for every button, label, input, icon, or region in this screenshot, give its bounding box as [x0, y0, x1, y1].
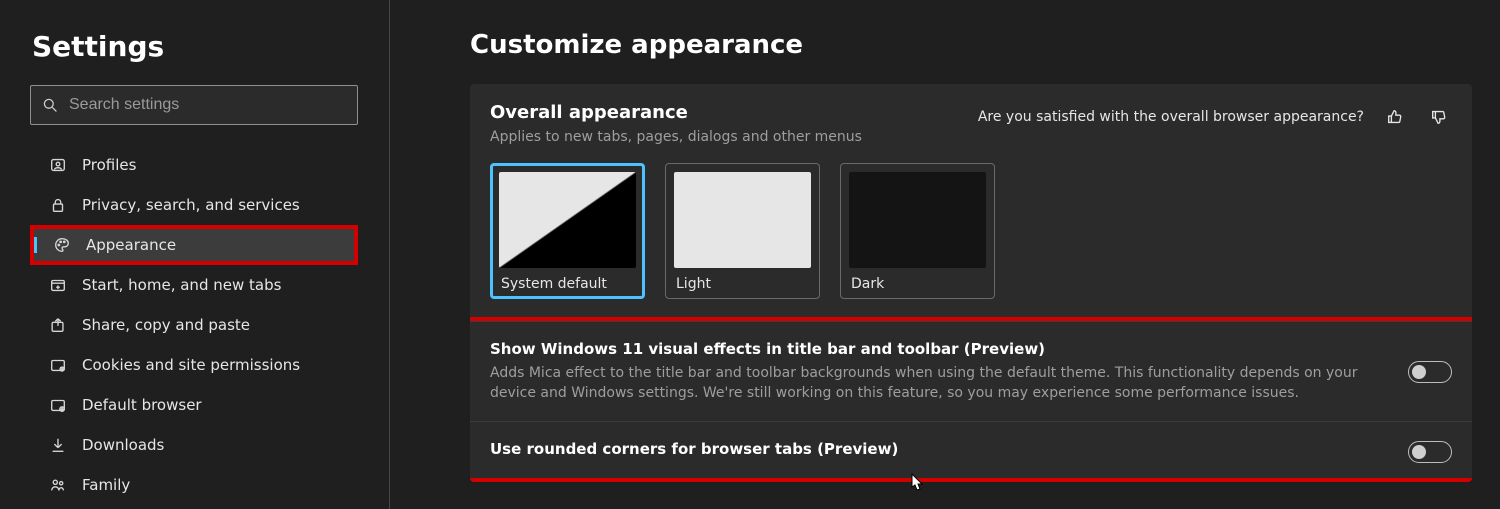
sidebar-item-label: Profiles — [82, 156, 136, 174]
setting-left: Use rounded corners for browser tabs (Pr… — [490, 440, 1408, 464]
panel-head: Overall appearance Applies to new tabs, … — [470, 84, 1472, 163]
permissions-icon — [48, 355, 68, 375]
sidebar-item-share-copy[interactable]: Share, copy and paste — [30, 305, 358, 345]
sidebar-item-label: Default browser — [82, 396, 202, 414]
sidebar-item-label: Share, copy and paste — [82, 316, 250, 334]
sidebar-item-profiles[interactable]: Profiles — [30, 145, 358, 185]
appearance-panel: Overall appearance Applies to new tabs, … — [470, 84, 1472, 482]
lock-icon — [48, 195, 68, 215]
search-icon — [41, 96, 59, 114]
feedback-bar: Are you satisfied with the overall brows… — [978, 102, 1452, 130]
sidebar-item-label: Downloads — [82, 436, 164, 454]
settings-title: Settings — [30, 30, 389, 63]
theme-label: Light — [674, 276, 811, 292]
theme-preview-light — [674, 172, 811, 268]
setting-desc: Adds Mica effect to the title bar and to… — [490, 364, 1384, 403]
theme-label: System default — [499, 276, 636, 292]
thumbs-down-button[interactable] — [1426, 104, 1452, 130]
sidebar-item-privacy[interactable]: Privacy, search, and services — [30, 185, 358, 225]
settings-nav: Profiles Privacy, search, and services — [30, 145, 358, 505]
theme-preview-system — [499, 172, 636, 268]
toggle-knob — [1412, 445, 1426, 459]
highlighted-settings: Show Windows 11 visual effects in title … — [470, 317, 1472, 482]
theme-preview-dark — [849, 172, 986, 268]
browser-icon — [48, 395, 68, 415]
sidebar-item-label: Start, home, and new tabs — [82, 276, 281, 294]
download-icon — [48, 435, 68, 455]
sidebar-item-cookies[interactable]: Cookies and site permissions — [30, 345, 358, 385]
sidebar-item-label: Cookies and site permissions — [82, 356, 300, 374]
overall-appearance-desc: Applies to new tabs, pages, dialogs and … — [490, 129, 978, 145]
sidebar-item-label: Family — [82, 476, 130, 494]
setting-rounded-tabs: Use rounded corners for browser tabs (Pr… — [470, 421, 1472, 478]
setting-title: Use rounded corners for browser tabs (Pr… — [490, 440, 1384, 458]
toggle-knob — [1412, 365, 1426, 379]
sidebar-item-default-browser[interactable]: Default browser — [30, 385, 358, 425]
app-root: Settings Profiles — [0, 0, 1500, 509]
theme-system-default[interactable]: System default — [490, 163, 645, 299]
setting-win11-effects: Show Windows 11 visual effects in title … — [470, 321, 1472, 421]
sidebar-item-label: Appearance — [86, 236, 176, 254]
thumbs-up-button[interactable] — [1382, 104, 1408, 130]
page-title: Customize appearance — [470, 30, 1472, 60]
theme-dark[interactable]: Dark — [840, 163, 995, 299]
sidebar-item-downloads[interactable]: Downloads — [30, 425, 358, 465]
theme-row: System default Light Dark — [470, 163, 1472, 317]
sidebar-item-family[interactable]: Family — [30, 465, 358, 505]
newtab-icon — [48, 275, 68, 295]
main-content: Customize appearance Overall appearance … — [390, 0, 1500, 509]
theme-label: Dark — [849, 276, 986, 292]
theme-light[interactable]: Light — [665, 163, 820, 299]
setting-left: Show Windows 11 visual effects in title … — [490, 340, 1408, 403]
sidebar-item-label: Privacy, search, and services — [82, 196, 300, 214]
setting-title: Show Windows 11 visual effects in title … — [490, 340, 1384, 358]
settings-sidebar: Settings Profiles — [0, 0, 390, 509]
search-box[interactable] — [30, 85, 358, 125]
sidebar-item-start-home[interactable]: Start, home, and new tabs — [30, 265, 358, 305]
setting-rounded-toggle[interactable] — [1408, 441, 1452, 463]
profile-icon — [48, 155, 68, 175]
setting-win11-toggle[interactable] — [1408, 361, 1452, 383]
share-icon — [48, 315, 68, 335]
overall-appearance-title: Overall appearance — [490, 102, 978, 123]
family-icon — [48, 475, 68, 495]
panel-head-left: Overall appearance Applies to new tabs, … — [490, 102, 978, 163]
feedback-prompt: Are you satisfied with the overall brows… — [978, 109, 1364, 125]
palette-icon — [52, 235, 72, 255]
search-input[interactable] — [69, 96, 347, 114]
sidebar-item-appearance[interactable]: Appearance — [30, 225, 358, 265]
